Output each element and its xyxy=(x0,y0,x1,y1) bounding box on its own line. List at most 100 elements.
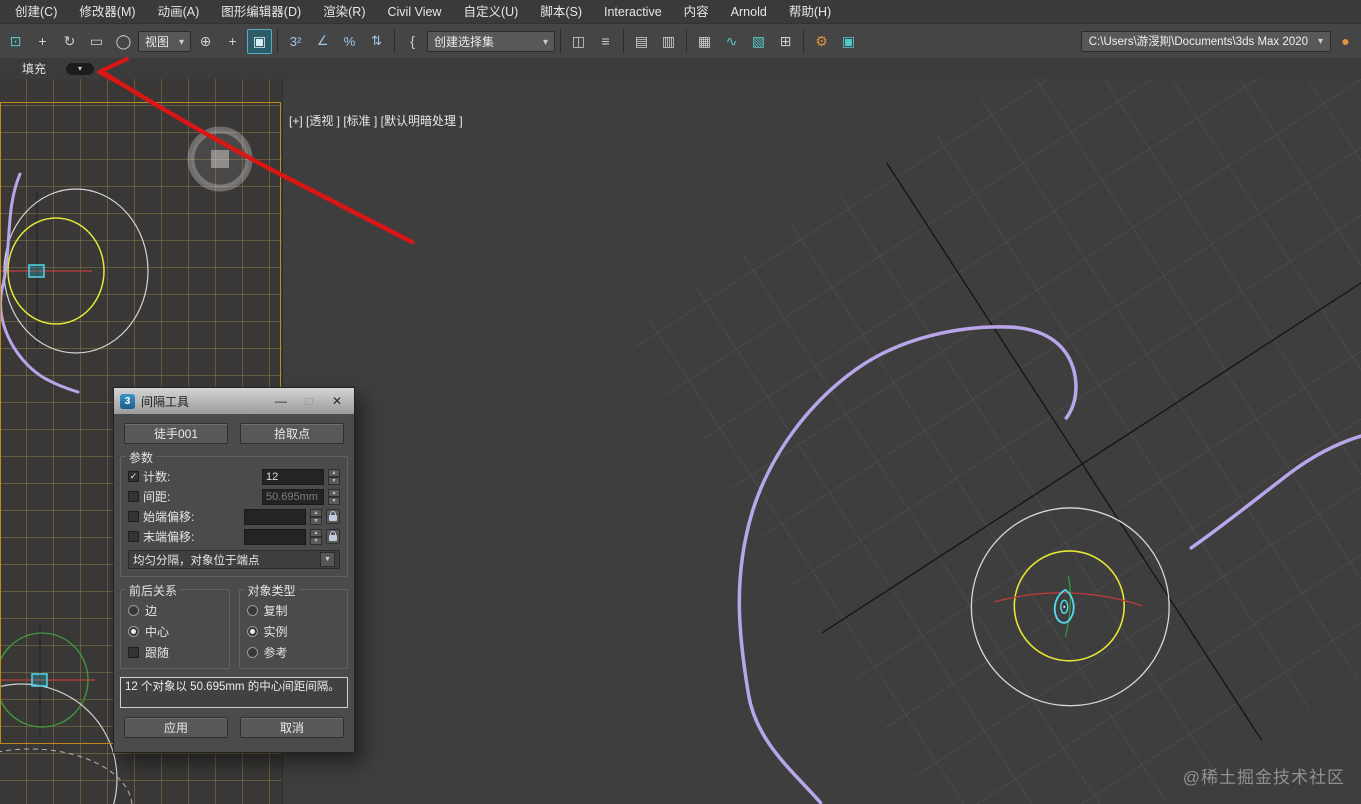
menu-create[interactable]: 创建(C) xyxy=(4,0,68,24)
start-offset-spinner[interactable] xyxy=(310,508,322,525)
align-icon[interactable]: ≡ xyxy=(593,29,618,54)
toolbar-separator xyxy=(394,29,396,53)
scene-explorer-icon[interactable]: ▤ xyxy=(629,29,654,54)
select-and-move-icon[interactable]: + xyxy=(220,29,245,54)
spinner-snap-icon[interactable]: ⇅ xyxy=(364,29,389,54)
populate-fill-label[interactable]: 填充 xyxy=(22,60,46,77)
menu-animation[interactable]: 动画(A) xyxy=(147,0,211,24)
apply-button[interactable]: 应用 xyxy=(124,717,228,738)
spacing-checkbox[interactable] xyxy=(128,491,139,502)
context-option-centers[interactable]: 中心 xyxy=(128,621,222,642)
rendered-frame-icon[interactable]: ▣ xyxy=(836,29,861,54)
distribution-dropdown[interactable]: 均匀分隔，对象位于端点 xyxy=(128,550,340,569)
dialog-body: 徒手001 拾取点 参数 计数: 12 间距: 50.695mm xyxy=(114,414,354,752)
chevron-down-icon xyxy=(533,34,548,48)
menu-scripting[interactable]: 脚本(S) xyxy=(529,0,593,24)
end-offset-checkbox[interactable] xyxy=(128,531,139,542)
layer-explorer-icon[interactable]: ▥ xyxy=(656,29,681,54)
menu-rendering[interactable]: 渲染(R) xyxy=(312,0,376,24)
end-offset-lock-icon[interactable] xyxy=(326,529,340,544)
viewport-label[interactable]: [+] [透视 ] [标准 ] [默认明暗处理 ] xyxy=(289,112,463,129)
radio-icon xyxy=(246,605,258,616)
ribbon-toggle-icon[interactable]: ▦ xyxy=(692,29,717,54)
menu-customize[interactable]: 自定义(U) xyxy=(452,0,529,24)
context-option-follow[interactable]: 跟随 xyxy=(128,642,222,663)
menu-arnold[interactable]: Arnold xyxy=(720,0,778,24)
object-type-option-copy[interactable]: 复制 xyxy=(246,600,341,621)
render-production-icon[interactable]: ● xyxy=(1333,29,1358,54)
rotate-tool-icon[interactable]: ↻ xyxy=(57,29,82,54)
project-path-dropdown[interactable]: C:\Users\游渂剘\Documents\3ds Max 2020 xyxy=(1080,30,1331,52)
object-type-option-reference[interactable]: 参考 xyxy=(246,642,341,663)
navigation-gizmo-icon[interactable] xyxy=(187,126,253,192)
white-circle-shape[interactable] xyxy=(0,683,118,804)
menu-bar: 创建(C) 修改器(M) 动画(A) 图形编辑器(D) 渲染(R) Civil … xyxy=(0,0,1361,24)
parameters-group: 参数 计数: 12 间距: 50.695mm 始端偏移: xyxy=(120,449,348,577)
minimize-button[interactable]: — xyxy=(270,394,292,408)
select-and-link-icon[interactable]: ⊡ xyxy=(3,29,28,54)
spacing-field[interactable]: 50.695mm xyxy=(262,488,324,505)
material-editor-icon[interactable]: ⊞ xyxy=(773,29,798,54)
main-toolbar: ⊡ + ↻ ▭ ◯ 视图 ⊕ + ▣ 3² ∠ % ⇅ { 创建选择集 ◫ ≡ … xyxy=(0,24,1361,58)
move-tool-icon[interactable]: + xyxy=(30,29,55,54)
percent-snap-icon[interactable]: % xyxy=(337,29,362,54)
perspective-grid xyxy=(626,79,1361,804)
cancel-button[interactable]: 取消 xyxy=(240,717,344,738)
start-offset-row: 始端偏移: xyxy=(128,508,340,525)
schematic-view-icon[interactable]: ▧ xyxy=(746,29,771,54)
end-offset-spinner[interactable] xyxy=(310,528,322,545)
radio-icon xyxy=(128,605,139,616)
menu-help[interactable]: 帮助(H) xyxy=(778,0,842,24)
spacing-spinner[interactable] xyxy=(328,488,340,505)
count-spinner[interactable] xyxy=(328,468,340,485)
context-option-edges[interactable]: 边 xyxy=(128,600,222,621)
menu-interactive[interactable]: Interactive xyxy=(593,0,673,24)
curve-editor-icon[interactable]: ∿ xyxy=(719,29,744,54)
viewport-perspective[interactable]: [+] [透视 ] [标准 ] [默认明暗处理 ] xyxy=(282,79,1361,804)
end-offset-field[interactable] xyxy=(244,528,306,545)
reference-coordinate-dropdown[interactable]: 视图 xyxy=(138,30,192,52)
dialog-titlebar[interactable]: 3 间隔工具 — □ ✕ xyxy=(114,388,354,414)
count-label: 计数: xyxy=(143,470,171,484)
point-marker[interactable] xyxy=(31,673,48,687)
toolbar-separator xyxy=(560,29,562,53)
start-offset-checkbox[interactable] xyxy=(128,511,139,522)
mirror-icon[interactable]: ◫ xyxy=(566,29,591,54)
start-offset-lock-icon[interactable] xyxy=(326,509,340,524)
context-group-title: 前后关系 xyxy=(126,582,181,599)
select-and-manipulate-icon[interactable]: ▣ xyxy=(247,28,273,54)
object-type-option-instance[interactable]: 实例 xyxy=(246,621,341,642)
count-checkbox[interactable] xyxy=(128,471,139,482)
angle-snap-icon[interactable]: ∠ xyxy=(310,29,335,54)
pivot-center-icon[interactable]: ⊕ xyxy=(193,29,218,54)
mini-dropdown-icon[interactable] xyxy=(66,62,95,75)
start-offset-field[interactable] xyxy=(244,508,306,525)
menu-civil-view[interactable]: Civil View xyxy=(377,0,453,24)
pick-points-button[interactable]: 拾取点 xyxy=(240,423,344,444)
toolbar-separator xyxy=(803,29,805,53)
spacing-row: 间距: 50.695mm xyxy=(128,488,340,505)
radio-selected-icon xyxy=(246,626,258,637)
freehand-spline[interactable] xyxy=(0,172,80,394)
named-selection-set-dropdown[interactable]: 创建选择集 xyxy=(427,30,556,52)
region-select-icon[interactable]: ▭ xyxy=(84,29,109,54)
menu-graph-editors[interactable]: 图形编辑器(D) xyxy=(210,0,312,24)
toolbar-separator xyxy=(623,29,625,53)
count-field[interactable]: 12 xyxy=(262,468,324,485)
context-group: 前后关系 边 中心 跟随 xyxy=(120,582,230,669)
menu-content[interactable]: 内容 xyxy=(673,0,720,24)
menu-modifiers[interactable]: 修改器(M) xyxy=(68,0,146,24)
pick-path-button[interactable]: 徒手001 xyxy=(124,423,228,444)
close-button[interactable]: ✕ xyxy=(326,394,348,408)
3dsmax-window: 创建(C) 修改器(M) 动画(A) 图形编辑器(D) 渲染(R) Civil … xyxy=(0,0,1361,804)
count-row: 计数: 12 xyxy=(128,468,340,485)
named-selection-sets-icon[interactable]: { xyxy=(400,29,425,54)
marker-center-dot xyxy=(1063,605,1066,608)
select-and-place-icon[interactable]: ◯ xyxy=(111,29,136,54)
point-marker[interactable] xyxy=(28,264,45,278)
snap-toggle-icon[interactable]: 3² xyxy=(283,29,308,54)
spacing-tool-dialog: 3 间隔工具 — □ ✕ 徒手001 拾取点 参数 计数: 12 xyxy=(113,387,355,753)
render-setup-icon[interactable]: ⚙ xyxy=(809,29,834,54)
dashed-ellipse-shape[interactable] xyxy=(0,748,133,804)
spacing-label: 间距: xyxy=(143,490,171,504)
